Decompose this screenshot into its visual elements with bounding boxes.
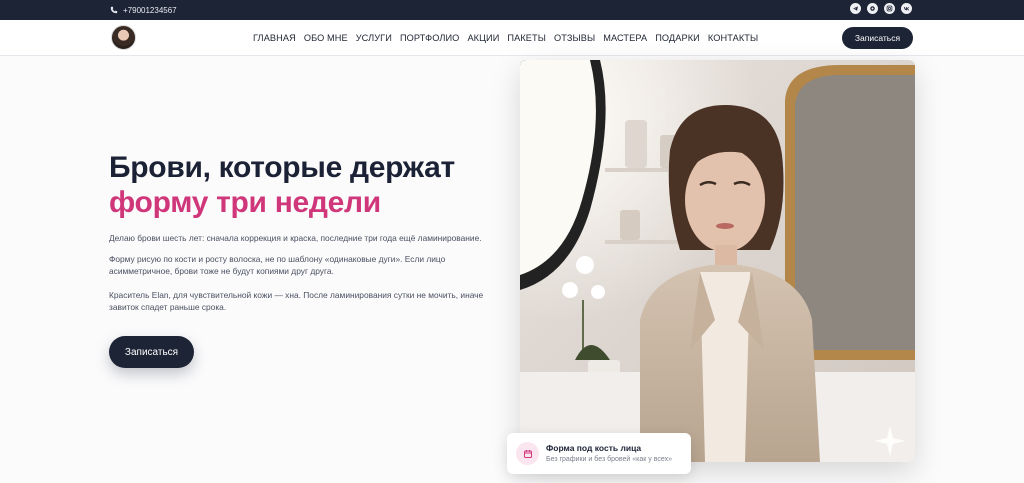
master-photo bbox=[520, 60, 915, 462]
phone-number: +79001234567 bbox=[123, 5, 177, 15]
phone-link[interactable]: +79001234567 bbox=[110, 0, 177, 20]
avatar-logo[interactable] bbox=[111, 25, 136, 50]
vk-icon[interactable] bbox=[901, 3, 912, 14]
telegram-icon[interactable] bbox=[850, 3, 861, 14]
book-button-header[interactable]: Записаться bbox=[842, 27, 913, 49]
hero-paragraph-experience: Делаю брови шесть лет: сначала коррекция… bbox=[109, 233, 482, 243]
feature-card: Форма под кость лица Без графики и без б… bbox=[507, 433, 691, 474]
nav-item-portfolio[interactable]: ПОРТФОЛИО bbox=[400, 33, 459, 43]
nav-item-reviews[interactable]: ОТЗЫВЫ bbox=[554, 33, 595, 43]
top-bar: +79001234567 bbox=[0, 0, 1024, 20]
nav-item-about[interactable]: ОБО МНЕ bbox=[304, 33, 348, 43]
phone-icon bbox=[110, 6, 118, 14]
max-messenger-icon[interactable] bbox=[867, 3, 878, 14]
calendar-icon bbox=[516, 442, 539, 465]
nav-item-masters[interactable]: МАСТЕРА bbox=[603, 33, 647, 43]
instagram-icon[interactable] bbox=[884, 3, 895, 14]
social-links bbox=[850, 3, 912, 14]
nav-item-promotions[interactable]: АКЦИИ bbox=[467, 33, 499, 43]
nav-item-services[interactable]: УСЛУГИ bbox=[356, 33, 392, 43]
feature-card-subtitle: Без графики и без бровей «как у всех» bbox=[546, 456, 673, 463]
hero-paragraph-method: Форму рисую по кости и росту волоска, не… bbox=[109, 254, 446, 276]
feature-card-title: Форма под кость лица bbox=[546, 443, 642, 453]
nav-item-gifts[interactable]: ПОДАРКИ bbox=[655, 33, 700, 43]
hero-title-line2: форму три недели bbox=[109, 186, 381, 219]
hero-title-line1: Брови, которые держат bbox=[109, 151, 455, 184]
main-menu: ГЛАВНАЯ ОБО МНЕ УСЛУГИ ПОРТФОЛИО АКЦИИ П… bbox=[253, 20, 758, 56]
nav-item-packages[interactable]: ПАКЕТЫ bbox=[507, 33, 546, 43]
hero-title: Брови, которые держат форму три недели bbox=[109, 150, 509, 220]
hero-paragraph-materials: Краситель Elan, для чувствительной кожи … bbox=[109, 290, 484, 312]
book-button-hero[interactable]: Записаться bbox=[109, 336, 194, 368]
main-navbar: ГЛАВНАЯ ОБО МНЕ УСЛУГИ ПОРТФОЛИО АКЦИИ П… bbox=[0, 20, 1024, 56]
nav-item-home[interactable]: ГЛАВНАЯ bbox=[253, 33, 296, 43]
nav-item-contacts[interactable]: КОНТАКТЫ bbox=[708, 33, 758, 43]
